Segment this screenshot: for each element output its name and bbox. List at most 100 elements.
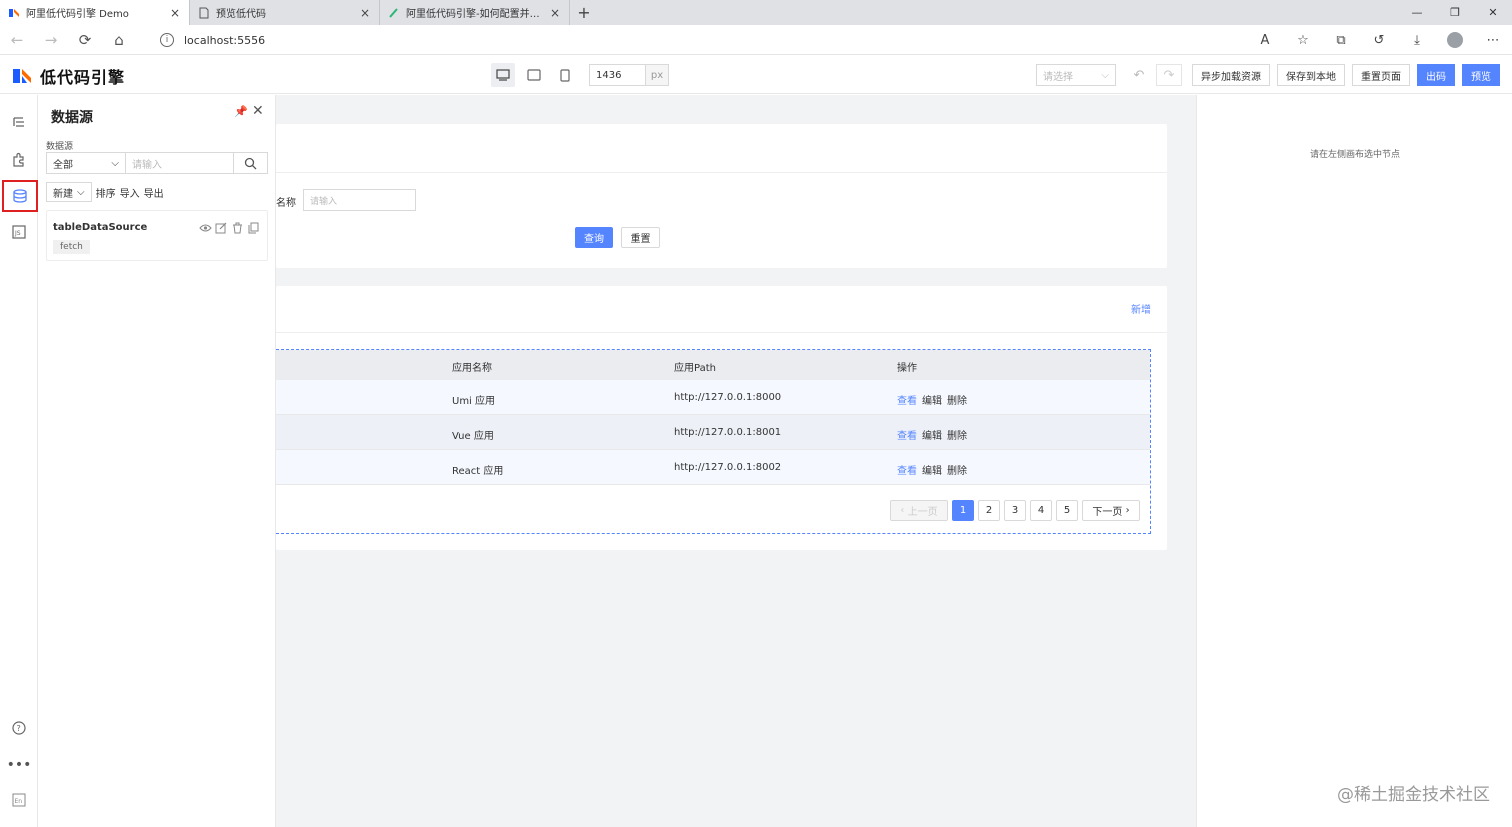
canvas-width-input: px [589,64,669,86]
delete-link[interactable]: 删除 [947,462,967,477]
reload-icon[interactable]: ⟳ [68,25,102,55]
new-tab-button[interactable]: + [570,0,598,25]
datasource-item[interactable]: tableDataSource fetch [46,210,268,261]
browser-tab-preview[interactable]: 预览低代码 × [190,0,380,25]
table-card: 新增 应用名称 应用Path 操作 Umi 应用 http://127.0.0.… [276,286,1167,550]
reset-page-button[interactable]: 重置页面 [1352,64,1410,86]
name-input[interactable]: 请输入 [303,189,416,211]
back-icon[interactable]: ← [0,25,34,55]
minimize-icon[interactable]: — [1398,0,1436,25]
export-link[interactable]: 导出 [144,185,164,200]
close-icon[interactable]: × [359,6,371,20]
extensions-icon[interactable]: ⧉ [1322,33,1360,48]
page-4[interactable]: 4 [1030,500,1052,521]
next-page-button[interactable]: 下一页 › [1082,500,1140,521]
query-button[interactable]: 查询 [575,227,613,248]
read-aloud-icon[interactable]: A [1246,33,1284,48]
undo-button[interactable]: ↶ [1126,64,1152,86]
help-button[interactable]: ? [6,715,32,741]
phone-device-button[interactable] [553,63,577,87]
close-icon[interactable]: × [169,6,181,20]
edit-icon[interactable] [213,221,229,235]
view-link[interactable]: 查看 [897,462,917,477]
async-load-button[interactable]: 异步加载资源 [1192,64,1270,86]
browser-extensions: A ☆ ⧉ ↺ ⤓ ⋯ [1246,25,1512,55]
download-icon[interactable]: ⤓ [1398,33,1436,48]
page-2[interactable]: 2 [978,500,1000,521]
outline-tree-button[interactable] [6,110,32,136]
new-datasource-button[interactable]: 新建 ⌵ [46,182,92,202]
width-unit: px [645,64,669,86]
card-divider [276,172,1167,173]
delete-icon[interactable] [229,221,245,235]
page-1[interactable]: 1 [952,500,974,521]
add-link[interactable]: 新增 [1131,301,1151,316]
datasource-panel: 数据源 📌 ✕ 数据源 全部 ⌵ 请输入 新建 ⌵ 排序 导入 导出 table… [38,95,276,827]
info-icon[interactable]: i [160,33,174,47]
edit-link[interactable]: 编辑 [922,462,942,477]
data-table[interactable]: 应用名称 应用Path 操作 Umi 应用 http://127.0.0.1:8… [276,349,1151,534]
datasource-search-input[interactable]: 请输入 [126,152,234,174]
copy-icon[interactable] [245,221,261,235]
view-link[interactable]: 查看 [897,427,917,442]
view-link[interactable]: 查看 [897,392,917,407]
page-5[interactable]: 5 [1056,500,1078,521]
card-divider [276,332,1167,333]
reset-button[interactable]: 重置 [621,227,660,248]
page-icon [199,7,209,18]
delete-link[interactable]: 删除 [947,427,967,442]
left-icon-rail: JS ? ••• En [0,95,38,827]
design-canvas[interactable]: 名称 请输入 查询 重置 新增 应用名称 应用Path 操作 Umi 应用 ht… [276,95,1196,827]
restore-icon[interactable]: ❐ [1436,0,1474,25]
tablet-device-button[interactable] [522,63,546,87]
component-library-button[interactable] [6,147,32,173]
search-button[interactable] [234,152,268,174]
pagination: ‹ 上一页 1 2 3 4 5 下一页 › [890,500,1140,521]
datasource-button[interactable] [2,180,38,212]
more-icon[interactable]: ⋯ [1474,33,1512,48]
browser-tab-article[interactable]: 阿里低代码引擎-如何配置并调用 × [380,0,570,25]
database-icon [13,189,27,203]
canvas-width-field[interactable] [589,64,645,86]
redo-button[interactable]: ↷ [1156,64,1182,86]
avatar[interactable] [1447,32,1463,48]
browser-tab-demo[interactable]: 阿里低代码引擎 Demo × [0,0,190,25]
tablet-icon [527,69,541,81]
language-button[interactable]: En [6,787,32,813]
filter-label: 数据源 [46,142,74,152]
history-icon[interactable]: ↺ [1360,33,1398,48]
locale-select[interactable]: 请选择 ⌵ [1036,64,1116,86]
delete-link[interactable]: 删除 [947,392,967,407]
eye-icon[interactable] [197,221,213,235]
pin-icon[interactable]: 📌 [234,105,248,118]
close-icon[interactable]: ✕ [252,103,264,119]
page-3[interactable]: 3 [1004,500,1026,521]
close-window-icon[interactable]: ✕ [1474,0,1512,25]
datasource-type-select[interactable]: 全部 ⌵ [46,152,126,174]
preview-button[interactable]: 预览 [1462,64,1500,86]
favorite-icon[interactable]: ☆ [1284,33,1322,48]
window-controls: — ❐ ✕ [1398,0,1512,25]
sort-link[interactable]: 排序 [96,185,116,200]
desktop-device-button[interactable] [491,63,515,87]
query-form-card: 名称 请输入 查询 重置 [276,124,1167,268]
js-code-button[interactable]: JS [6,219,32,245]
home-icon[interactable]: ⌂ [102,25,136,55]
svg-text:JS: JS [14,230,21,237]
url-field[interactable]: i localhost:5556 [150,28,1300,52]
puzzle-icon [13,152,24,167]
close-icon[interactable]: × [549,6,561,20]
edit-link[interactable]: 编辑 [922,427,942,442]
export-code-button[interactable]: 出码 [1417,64,1455,86]
prev-page-button[interactable]: ‹ 上一页 [890,500,948,521]
edit-link[interactable]: 编辑 [922,392,942,407]
import-link[interactable]: 导入 [120,185,140,200]
name-field-label: 名称 [276,198,296,209]
more-button[interactable]: ••• [6,752,32,778]
address-bar: ← → ⟳ ⌂ i localhost:5556 A ☆ ⧉ ↺ ⤓ ⋯ [0,25,1512,55]
datasource-item-actions [197,221,261,235]
table-header: 应用名称 应用Path 操作 [276,350,1150,380]
outline-tree-icon [13,117,24,127]
save-local-button[interactable]: 保存到本地 [1277,64,1345,86]
forward-icon[interactable]: → [34,25,68,55]
